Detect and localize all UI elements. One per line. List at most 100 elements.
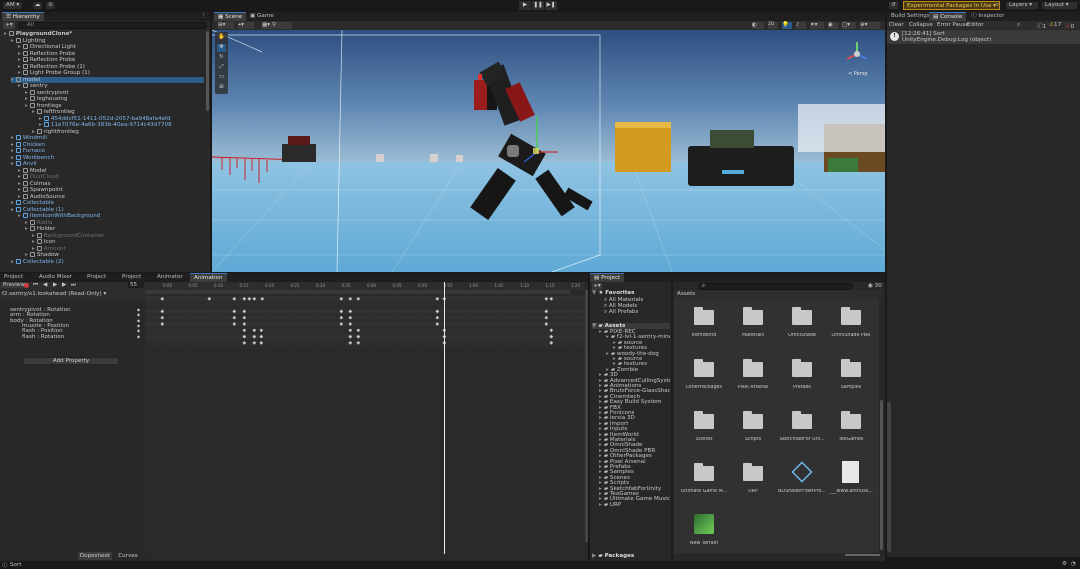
- hierarchy-item[interactable]: ▸ Icon: [32, 239, 204, 245]
- next-key-button[interactable]: ▶: [62, 282, 66, 288]
- expand-arrow-icon[interactable]: ▸: [32, 129, 35, 135]
- assets-breadcrumb[interactable]: Assets: [674, 290, 882, 298]
- collapse-button[interactable]: Collapse: [909, 22, 933, 28]
- asset-tile[interactable]: Ultimate Game M...: [681, 458, 727, 506]
- asset-tile[interactable]: ItemWorld: [682, 302, 726, 350]
- asset-tile[interactable]: Prefabs: [780, 354, 824, 402]
- tab-animation[interactable]: Animation: [190, 273, 227, 282]
- add-property-button[interactable]: Add Property: [23, 357, 119, 365]
- expand-arrow-icon[interactable]: ▸: [18, 64, 21, 70]
- pause-button[interactable]: ❚❚: [532, 1, 544, 10]
- hierarchy-item[interactable]: ▸ Reflection Probe (1): [18, 63, 204, 70]
- expand-arrow-icon[interactable]: ▸: [18, 168, 21, 174]
- expand-arrow-icon[interactable]: ▸: [25, 220, 28, 226]
- tab-project-1[interactable]: Project: [0, 273, 27, 282]
- expand-arrow-icon[interactable]: ▸: [606, 334, 609, 340]
- expand-arrow-icon[interactable]: ▸: [18, 57, 21, 63]
- tab-project-panel[interactable]: ▤ Project: [590, 273, 625, 282]
- asset-tile[interactable]: Scenes: [682, 406, 726, 454]
- hierarchy-item[interactable]: ▸ Spawnpoint: [18, 187, 204, 193]
- hierarchy-item[interactable]: ▸ sentrypivot: [25, 89, 204, 96]
- expand-arrow-icon[interactable]: ▸: [18, 44, 21, 50]
- play-button[interactable]: ▶: [519, 1, 531, 10]
- experimental-packages-dropdown[interactable]: Experimental Packages In Use ▾: [903, 1, 1000, 10]
- gizmos-dropdown[interactable]: ⊕▾: [860, 22, 880, 29]
- hierarchy-item[interactable]: ▸ PlaygroundClone*: [4, 31, 204, 37]
- editor-dropdown[interactable]: Editor: [967, 22, 984, 28]
- tab-build-settings[interactable]: Build Settings: [887, 12, 934, 21]
- scene-viewport[interactable]: [212, 30, 885, 272]
- asset-tile[interactable]: Pixel Arsenal: [731, 354, 775, 402]
- expand-arrow-icon[interactable]: ▸: [25, 96, 28, 102]
- hierarchy-item[interactable]: ▸ Anvil: [11, 161, 204, 167]
- curves-tab[interactable]: Curves: [114, 552, 142, 560]
- expand-arrow-icon[interactable]: ▸: [599, 329, 602, 335]
- tab-scene[interactable]: ▦ Scene: [214, 12, 247, 21]
- status-settings-icon[interactable]: ⚙: [1062, 561, 1067, 567]
- hierarchy-item[interactable]: ▸ Collectable (2): [11, 258, 204, 265]
- expand-arrow-icon[interactable]: ▸: [18, 83, 21, 89]
- expand-arrow-icon[interactable]: ▸: [11, 161, 14, 167]
- asset-tile[interactable]: Scripts: [731, 406, 775, 454]
- rect-tool-icon[interactable]: ▭: [217, 74, 226, 82]
- hierarchy-item[interactable]: ▸ Reflection Probe: [18, 50, 204, 57]
- expand-arrow-icon[interactable]: ▸: [32, 246, 35, 252]
- grid-scrollbar[interactable]: [880, 400, 883, 550]
- asset-tile[interactable]: New Terrain: [682, 510, 726, 558]
- asset-tile[interactable]: OmniShade PBR: [829, 302, 873, 350]
- timeline-scrollbar[interactable]: [585, 290, 588, 542]
- expand-arrow-icon[interactable]: ▸: [11, 77, 14, 83]
- last-key-button[interactable]: ⏭: [71, 282, 76, 289]
- hierarchy-item[interactable]: ▸ model: [11, 76, 204, 83]
- tab-project-3[interactable]: Project: [118, 273, 145, 282]
- hierarchy-item[interactable]: ▸ Colmas: [18, 180, 204, 187]
- transform-tool-icon[interactable]: ⊞: [217, 84, 226, 92]
- hierarchy-item[interactable]: ▸ 11e7076e-4a6b-383b-40ea-9714c43d7708: [39, 122, 204, 128]
- grid-snap-toggle[interactable]: ▦▾ ⚲: [262, 22, 292, 29]
- persp-label[interactable]: < Persp: [848, 71, 868, 77]
- first-key-button[interactable]: ⏮: [33, 282, 38, 289]
- expand-arrow-icon[interactable]: ▸: [18, 194, 21, 200]
- camera-settings-icon[interactable]: ▢▾: [842, 22, 856, 29]
- tab-hierarchy[interactable]: ☰ Hierarchy: [2, 12, 44, 21]
- rotate-tool-icon[interactable]: ↻: [217, 54, 226, 62]
- expand-arrow-icon[interactable]: ▸: [25, 90, 28, 96]
- warning-count-badge[interactable]: ⚠17: [1049, 22, 1061, 28]
- expand-arrow-icon[interactable]: ▸: [606, 351, 609, 357]
- hidden-objects-icon[interactable]: ◉: [828, 22, 838, 29]
- hierarchy-item[interactable]: ▸ ItemIconWithBackground: [18, 213, 204, 219]
- favorite-item[interactable]: ⌕ All Prefabs: [604, 309, 638, 315]
- hierarchy-item[interactable]: ▸ Workbench: [11, 154, 204, 161]
- frame-field[interactable]: 55: [128, 282, 144, 288]
- expand-arrow-icon[interactable]: ▸: [599, 502, 602, 508]
- expand-arrow-icon[interactable]: ▸: [4, 31, 7, 37]
- expand-arrow-icon[interactable]: ▸: [25, 226, 28, 232]
- info-count-badge[interactable]: ⓘ1: [1037, 22, 1046, 30]
- hierarchy-item[interactable]: ▸ frontlegs: [25, 102, 204, 109]
- error-pause-button[interactable]: Error Pause: [937, 22, 969, 28]
- hierarchy-item[interactable]: ▸ Chicken: [11, 141, 204, 148]
- hierarchy-item[interactable]: ▸ AudioSource: [18, 193, 204, 200]
- layout-dropdown[interactable]: Layout ▾: [1042, 2, 1077, 9]
- asset-tile[interactable]: Materials: [731, 302, 775, 350]
- search-icon[interactable]: ⌕: [993, 2, 1002, 9]
- hierarchy-item[interactable]: ▸ BackgroundContainer: [32, 232, 204, 239]
- hierarchy-add-button[interactable]: +▾: [3, 22, 15, 29]
- scene-view[interactable]: ▦ Scene ▣ Game ⊞▾ ⌖▾ ▦▾ ⚲ ◐ 2D 💡 ♪ ✦▾ ◉ …: [212, 12, 885, 272]
- audio-toggle-icon[interactable]: ♪: [796, 22, 806, 29]
- play-anim-button[interactable]: ▶: [53, 282, 57, 288]
- tab-inspector[interactable]: ⓘ Inspector: [967, 12, 1008, 21]
- hierarchy-item[interactable]: ▸ Shadow: [25, 252, 204, 258]
- expand-arrow-icon[interactable]: ▸: [32, 239, 35, 245]
- asset-tile[interactable]: TeoGames: [829, 406, 873, 454]
- pivot-toggle[interactable]: ⌖▾: [238, 22, 254, 29]
- prev-key-button[interactable]: ◀: [43, 282, 47, 288]
- expand-arrow-icon[interactable]: ▸: [18, 213, 21, 219]
- hierarchy-item[interactable]: ▸ Holder: [25, 226, 204, 232]
- console-search-icon[interactable]: ⌕: [1017, 22, 1020, 29]
- project-splitter[interactable]: [671, 282, 673, 561]
- tab-project-2[interactable]: Project: [83, 273, 110, 282]
- hierarchy-item[interactable]: ▸ Windmill: [11, 135, 204, 141]
- expand-arrow-icon[interactable]: ▸: [11, 142, 14, 148]
- project-folder-item[interactable]: ▸ ▰ URP: [599, 502, 621, 508]
